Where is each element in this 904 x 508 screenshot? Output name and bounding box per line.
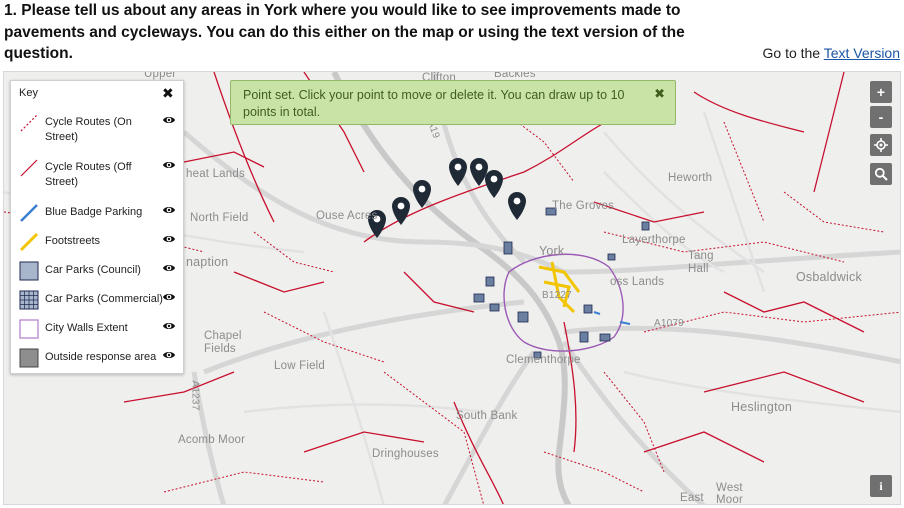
key-title: Key xyxy=(19,87,38,99)
eye-icon[interactable] xyxy=(162,348,176,362)
key-label: Blue Badge Parking xyxy=(45,206,143,218)
eye-icon[interactable] xyxy=(162,203,176,217)
question-heading: 1. Please tell us about any areas in Yor… xyxy=(4,2,685,62)
place-label: East xyxy=(680,492,704,504)
place-label: North Field xyxy=(190,212,249,224)
place-label: Acomb Moor xyxy=(178,434,246,446)
eye-icon[interactable] xyxy=(162,232,176,246)
place-label: Chapel Fields xyxy=(204,330,242,355)
place-label: oss Lands xyxy=(610,276,665,288)
key-label: Car Parks (Council) xyxy=(45,264,141,276)
grid-square-icon xyxy=(19,290,39,310)
place-label: Heslington xyxy=(731,400,793,414)
map-key: Key ✖ Cycle Routes (On Street) Cycle Rou… xyxy=(10,80,184,374)
place-label: Low Field xyxy=(274,360,326,372)
notice-text: Point set. Click your point to move or d… xyxy=(243,88,625,119)
solid-red-line-icon xyxy=(20,159,38,177)
map-marker-6 xyxy=(485,170,503,198)
purple-outline-square-icon xyxy=(19,319,39,339)
place-label: heat Lands xyxy=(186,168,245,180)
locate-button[interactable] xyxy=(870,134,892,156)
key-label: Car Parks (Commercial) xyxy=(45,293,163,305)
key-label: Cycle Routes (On Street) xyxy=(45,116,132,143)
place-label: Upper xyxy=(144,71,177,80)
text-version-link[interactable]: Text Version xyxy=(824,45,900,61)
place-label: York xyxy=(539,244,565,258)
place-label: Backies xyxy=(494,71,536,80)
map-marker-2 xyxy=(392,197,410,225)
map-marker-5 xyxy=(470,158,488,186)
place-label: Dringhouses xyxy=(372,448,439,460)
place-label: Ouse Acres xyxy=(316,210,378,222)
place-label: Layerthorpe xyxy=(622,234,686,246)
locate-icon xyxy=(874,138,888,152)
blue-grey-square-icon xyxy=(19,261,39,281)
eye-icon[interactable] xyxy=(162,290,176,304)
key-label: Outside response area xyxy=(45,351,157,363)
key-label: Cycle Routes (Off Street) xyxy=(45,161,132,188)
map-marker-7 xyxy=(508,192,526,220)
text-version-prefix: Go to the xyxy=(762,45,821,61)
yellow-line-icon xyxy=(19,232,39,252)
search-icon xyxy=(874,167,888,181)
place-label: A1237 xyxy=(189,380,201,411)
zoom-in-button[interactable]: + xyxy=(870,81,892,103)
notice-close-button[interactable]: ✖ xyxy=(654,86,665,102)
eye-icon[interactable] xyxy=(162,113,176,127)
place-label: Tang Hall xyxy=(688,250,714,275)
zoom-out-button[interactable]: - xyxy=(870,106,892,128)
eye-icon[interactable] xyxy=(162,261,176,275)
place-label: Clementhorpe xyxy=(506,354,581,366)
key-label: City Walls Extent xyxy=(45,322,128,334)
grey-square-icon xyxy=(19,348,39,368)
place-label: The Groves xyxy=(552,200,615,212)
search-button[interactable] xyxy=(870,163,892,185)
place-label: West Moor xyxy=(716,482,744,505)
info-button[interactable]: i xyxy=(870,475,892,497)
place-label: B1227 xyxy=(542,290,572,301)
place-label: Osbaldwick xyxy=(796,270,862,284)
key-label: Footstreets xyxy=(45,235,101,247)
text-version-row: Go to the Text Version xyxy=(763,45,901,61)
place-label: South Bank xyxy=(456,410,518,422)
place-label: A1079 xyxy=(654,318,684,329)
dashed-red-line-icon xyxy=(20,114,38,132)
river xyxy=(331,72,572,504)
place-label: naption xyxy=(186,255,229,269)
place-label: Heworth xyxy=(668,172,713,184)
eye-icon[interactable] xyxy=(162,158,176,172)
blue-line-icon xyxy=(20,204,38,222)
eye-icon[interactable] xyxy=(162,319,176,333)
map[interactable]: Upper Clifton Backies heat Lands North F… xyxy=(3,71,901,505)
key-close-button[interactable]: ✖ xyxy=(162,86,174,100)
point-set-notice: Point set. Click your point to move or d… xyxy=(230,80,676,125)
